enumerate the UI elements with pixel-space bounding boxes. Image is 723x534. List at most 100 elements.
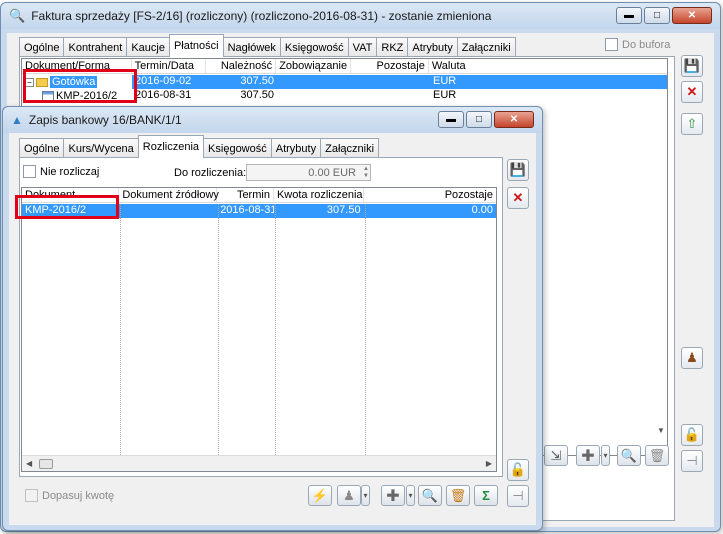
export-button[interactable]: ⇧ [681, 113, 703, 135]
scroll-left-arrow[interactable]: ◀ [26, 459, 32, 468]
highlight-box-settlement [15, 195, 119, 219]
bank-entry-titlebar[interactable]: ▲ Zapis bankowy 16/BANK/1/1 ▬ □ ✕ [3, 107, 542, 133]
column-divider [218, 204, 219, 471]
minimize-button[interactable]: ▬ [438, 111, 464, 128]
close-button[interactable]: ✕ [494, 111, 534, 128]
lightning-button[interactable]: ⚡ [308, 485, 332, 506]
lock-button[interactable]: 🔓 [681, 424, 703, 446]
add-button[interactable]: ✚ [576, 445, 600, 466]
tab-rozliczenia[interactable]: Rozliczenia [137, 135, 205, 158]
nie-rozliczaj-checkbox[interactable]: Nie rozliczaj [23, 165, 99, 178]
maximize-button[interactable]: □ [466, 111, 492, 128]
row-currency: EUR [430, 75, 667, 89]
nie-rozliczaj-label: Nie rozliczaj [40, 165, 100, 178]
search-button[interactable]: 🔍 [617, 445, 641, 466]
column-divider [275, 204, 276, 471]
do-rozliczenia-field[interactable]: 0.00 EUR ▲ ▼ [246, 164, 371, 181]
highlight-box-payments [23, 69, 137, 103]
app-logo-icon: ▲ [11, 113, 23, 127]
tab-naglowek[interactable]: Nagłówek [222, 37, 281, 57]
scroll-right-arrow[interactable]: ▶ [486, 459, 492, 468]
column-divider [120, 204, 121, 471]
save-button[interactable]: 💾 [507, 159, 529, 181]
col-pozostaje[interactable]: Pozostaje [364, 188, 496, 202]
tab-ksiegowosc[interactable]: Księgowość [203, 138, 272, 158]
col-termin[interactable]: Termin [217, 188, 274, 202]
tab-rkz[interactable]: RKZ [376, 37, 409, 57]
row-currency: EUR [433, 89, 457, 101]
users-dropdown-button[interactable]: ▾ [361, 485, 370, 506]
col-waluta[interactable]: Waluta [429, 59, 667, 73]
do-rozliczenia-label: Do rozliczenia: [174, 167, 247, 179]
nie-rozliczaj-box[interactable] [23, 165, 36, 178]
tab-ogolne[interactable]: Ogólne [19, 138, 65, 158]
bank-entry-window: ▲ Zapis bankowy 16/BANK/1/1 ▬ □ ✕ Ogólne… [2, 106, 543, 531]
tab-ksiegowosc[interactable]: Księgowość [279, 37, 349, 57]
pin-button[interactable]: ⊣ [507, 485, 529, 507]
spinner-icon[interactable]: ▲ ▼ [363, 166, 369, 180]
save-button[interactable]: 💾 [681, 55, 703, 77]
bank-entry-tabs: Ogólne Kurs/Wycena Rozliczenia Księgowoś… [19, 135, 380, 158]
scroll-thumb[interactable] [39, 459, 53, 469]
row-remaining: 0.00 [471, 204, 494, 216]
users-button[interactable]: ♟ [337, 485, 361, 506]
users-button[interactable]: ♟ [681, 347, 703, 369]
delete-button[interactable]: 🗑 [645, 445, 669, 466]
row-amount: 307.50 [326, 204, 361, 216]
dopasuj-kwote-box[interactable] [25, 489, 38, 502]
tab-ogolne[interactable]: Ogólne [19, 37, 65, 57]
column-divider [365, 204, 366, 471]
row-remaining [352, 75, 430, 89]
add-dropdown-button[interactable]: ▾ [601, 445, 610, 466]
tab-zalaczniki[interactable]: Załączniki [456, 37, 516, 57]
delete-button[interactable]: 🗑 [446, 485, 470, 506]
do-bufora-checkbox[interactable]: Do bufora [605, 38, 670, 51]
cancel-button[interactable]: ✕ [681, 81, 703, 103]
scroll-down-arrow[interactable]: ▼ [657, 426, 665, 435]
magnifier-icon: 🔍 [9, 8, 26, 23]
row-date: 2016-08-31 [135, 89, 192, 101]
do-bufora-box[interactable] [605, 38, 618, 51]
tab-zalaczniki[interactable]: Załączniki [320, 138, 380, 158]
minimize-button[interactable]: ▬ [616, 7, 642, 24]
row-remaining [352, 89, 430, 103]
lock-button[interactable]: 🔓 [507, 459, 529, 481]
row-liability [277, 75, 352, 89]
tab-kurs-wycena[interactable]: Kurs/Wycena [63, 138, 139, 158]
do-bufora-label: Do bufora [622, 38, 671, 51]
tab-atrybuty[interactable]: Atrybuty [270, 138, 322, 158]
add-button[interactable]: ✚ [381, 485, 405, 506]
tab-platnosci[interactable]: Płatności [168, 34, 224, 57]
row-liability [277, 89, 352, 103]
tab-vat[interactable]: VAT [347, 37, 378, 57]
do-rozliczenia-value: 0.00 EUR [308, 166, 356, 179]
col-pozostaje[interactable]: Pozostaje [351, 59, 429, 73]
dopasuj-kwote-label: Dopasuj kwotę [42, 489, 115, 502]
tab-kontrahent[interactable]: Kontrahent [63, 37, 128, 57]
add-dropdown-button[interactable]: ▾ [406, 485, 415, 506]
col-naleznosc[interactable]: Należność [206, 59, 277, 73]
horizontal-scrollbar[interactable]: ◀ ▶ [22, 455, 496, 471]
row-amount: 307.50 [207, 75, 277, 89]
link-button[interactable]: ⇲ [544, 445, 568, 466]
sum-button[interactable]: Σ [474, 485, 498, 506]
row-date: 2016-08-31 [220, 204, 274, 216]
tab-atrybuty[interactable]: Atrybuty [407, 37, 458, 57]
col-termin-data[interactable]: Termin/Data [132, 59, 207, 73]
cancel-button[interactable]: ✕ [507, 187, 529, 209]
bank-entry-title: Zapis bankowy 16/BANK/1/1 [28, 113, 182, 127]
invoice-title: Faktura sprzedaży [FS-2/16] (rozliczony)… [31, 9, 492, 23]
invoice-titlebar[interactable]: 🔍 Faktura sprzedaży [FS-2/16] (rozliczon… [1, 3, 720, 29]
tab-kaucje[interactable]: Kaucje [126, 37, 170, 57]
close-button[interactable]: ✕ [672, 7, 712, 24]
dopasuj-kwote-checkbox[interactable]: Dopasuj kwotę [25, 489, 114, 502]
settlements-grid: Dokument Dokument źródłowy Termin Kwota … [21, 187, 497, 472]
maximize-button[interactable]: □ [644, 7, 670, 24]
col-dokument-zrodlowy[interactable]: Dokument źródłowy [119, 188, 219, 202]
col-zobowiazanie[interactable]: Zobowiązanie [276, 59, 352, 73]
invoice-tabs: Ogólne Kontrahent Kaucje Płatności Nagłó… [19, 34, 516, 57]
search-button[interactable]: 🔍 [418, 485, 442, 506]
col-kwota-rozliczenia[interactable]: Kwota rozliczenia [274, 188, 364, 202]
pin-button[interactable]: ⊣ [681, 450, 703, 472]
row-source [120, 204, 218, 218]
